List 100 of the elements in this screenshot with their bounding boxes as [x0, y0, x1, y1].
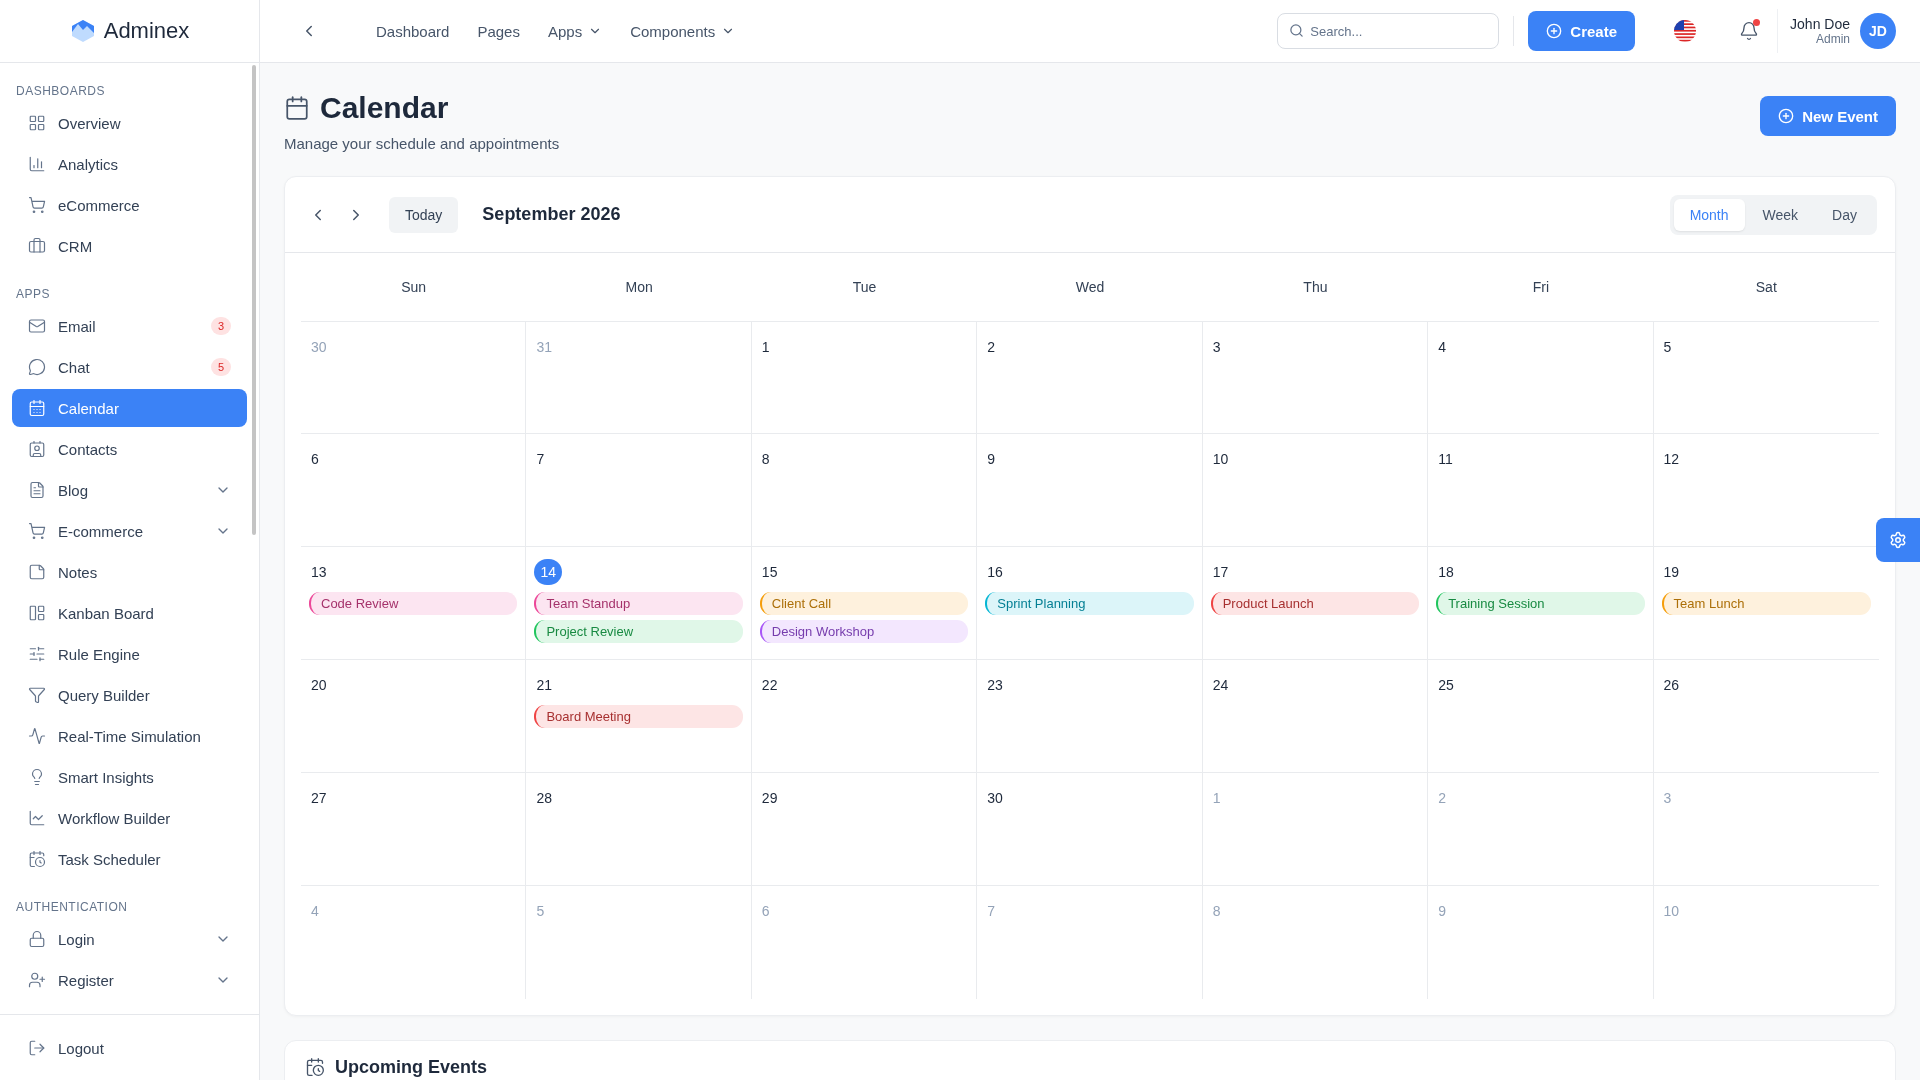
view-tab[interactable]: Month	[1673, 198, 1745, 231]
user-name: John Doe	[1790, 16, 1850, 32]
date-number: 14	[534, 559, 562, 585]
sidebar-item[interactable]: Analytics	[12, 145, 247, 183]
event-pill[interactable]: Team Standup	[534, 592, 743, 615]
plus-icon	[1778, 108, 1795, 124]
day-cell[interactable]: 6	[301, 434, 527, 547]
sidebar-item[interactable]: Calendar	[12, 389, 247, 427]
day-cell[interactable]: 21 Board Meeting	[526, 660, 752, 773]
event-pill[interactable]: Code Review	[309, 592, 518, 615]
day-cell[interactable]: 1	[751, 321, 978, 434]
scrollbar-thumb[interactable]	[252, 65, 256, 535]
date-number: 24	[1212, 676, 1230, 695]
sidebar-item[interactable]: Chat 5	[12, 348, 247, 386]
logout-icon	[28, 1039, 46, 1057]
day-cell[interactable]: 30	[977, 773, 1203, 886]
sidebar-item[interactable]: Email 3	[12, 307, 247, 345]
event-pill[interactable]: Product Launch	[1210, 592, 1420, 615]
day-cell[interactable]: 7	[526, 434, 752, 547]
sidebar-item[interactable]: Real-Time Simulation	[12, 717, 247, 755]
day-cell[interactable]: 27	[301, 773, 527, 886]
day-cell[interactable]: 13 Code Review	[301, 547, 527, 660]
event-pill[interactable]: Training Session	[1436, 592, 1645, 615]
day-cell[interactable]: 2	[977, 321, 1203, 434]
date-number: 19	[1663, 563, 1681, 582]
sidebar-item[interactable]: Register	[12, 961, 247, 999]
sidebar-item[interactable]: Login	[12, 920, 247, 958]
search-field[interactable]: Search...	[1277, 13, 1500, 49]
day-cell[interactable]: 11	[1428, 434, 1654, 547]
event-pill[interactable]: Project Review	[534, 620, 743, 643]
day-cell[interactable]: 8	[751, 434, 978, 547]
event-pill[interactable]: Team Lunch	[1661, 592, 1871, 615]
settings-button[interactable]	[1876, 518, 1920, 562]
day-cell[interactable]: 19 Team Lunch	[1653, 547, 1879, 660]
avatar[interactable]: JD	[1860, 13, 1896, 49]
day-cell[interactable]: 29	[751, 773, 978, 886]
day-cell[interactable]: 25	[1428, 660, 1654, 773]
weekday-label: Sun	[401, 279, 427, 295]
nav-link[interactable]: Apps	[547, 22, 603, 40]
event-pill[interactable]: Client Call	[759, 592, 969, 615]
sidebar-item[interactable]: Blog	[12, 471, 247, 509]
logout-link[interactable]: Logout	[12, 1029, 247, 1067]
page-subtitle: Manage your schedule and appointments	[284, 135, 560, 152]
nav-link[interactable]: Components	[630, 22, 736, 40]
sidebar-item[interactable]: E-commerce	[12, 512, 247, 550]
day-cell[interactable]: 4	[1428, 321, 1654, 434]
day-cell[interactable]: 20	[301, 660, 527, 773]
date-number: 15	[761, 563, 779, 582]
date-number: 6	[311, 450, 320, 469]
sidebar-item[interactable]: eCommerce	[12, 186, 247, 224]
date-number: 10	[1212, 450, 1230, 469]
day-cell[interactable]: 9	[977, 434, 1203, 547]
day-cell[interactable]: 17 Product Launch	[1202, 547, 1429, 660]
nav-link[interactable]: Pages	[477, 22, 520, 40]
brand-name: Adminex	[103, 18, 190, 44]
sidebar-item[interactable]: Workflow Builder	[12, 799, 247, 837]
sidebar-item[interactable]: Query Builder	[12, 676, 247, 714]
view-tab[interactable]: Day	[1816, 198, 1873, 231]
nav-link[interactable]: Dashboard	[376, 22, 450, 40]
menu-icon	[28, 358, 46, 376]
sidebar-item[interactable]: Task Scheduler	[12, 840, 247, 878]
day-cell[interactable]: 3	[1202, 321, 1429, 434]
day-cell[interactable]: 5	[1653, 321, 1879, 434]
event-pill[interactable]: Sprint Planning	[985, 592, 1194, 615]
view-tab[interactable]: Week	[1746, 198, 1815, 231]
day-cell[interactable]: 22	[751, 660, 978, 773]
day-cell[interactable]: 23	[977, 660, 1203, 773]
day-cell[interactable]: 16 Sprint Planning	[977, 547, 1203, 660]
date-number: 20	[311, 676, 328, 695]
menu-icon	[28, 686, 46, 704]
day-cell[interactable]: 26	[1653, 660, 1879, 773]
sidebar-item[interactable]: Contacts	[12, 430, 247, 468]
sidebar-item[interactable]: Rule Engine	[12, 635, 247, 673]
count-badge: 5	[210, 358, 231, 376]
day-cell[interactable]: 24	[1202, 660, 1429, 773]
today-button[interactable]: Today	[389, 196, 459, 233]
flag-icon[interactable]	[1673, 19, 1698, 43]
day-cell[interactable]: 14 Team Standup Project Review	[526, 547, 752, 660]
event-pill[interactable]: Design Workshop	[759, 620, 969, 643]
day-cell[interactable]: 28	[526, 773, 752, 886]
sidebar-item[interactable]: Notes	[12, 553, 247, 591]
day-cell[interactable]: 18 Training Session	[1428, 547, 1654, 660]
date-number: 21	[536, 676, 553, 695]
event-pill[interactable]: Board Meeting	[534, 705, 743, 728]
date-number: 6	[761, 902, 771, 921]
sidebar-item[interactable]: Kanban Board	[12, 594, 247, 632]
new-event-button[interactable]: New Event	[1760, 96, 1896, 136]
day-cell[interactable]: 10	[1202, 434, 1429, 547]
date-number: 3	[1212, 338, 1222, 357]
weekday-label: Fri	[1532, 279, 1549, 295]
sidebar-item[interactable]: Overview	[12, 104, 247, 142]
menu-icon	[28, 196, 46, 214]
logo-icon	[69, 19, 96, 43]
date-number: 4	[1438, 338, 1447, 357]
create-button[interactable]: Create	[1528, 11, 1636, 51]
sidebar-item[interactable]: CRM	[12, 227, 247, 265]
sidebar-item[interactable]: Smart Insights	[12, 758, 247, 796]
day-cell[interactable]: 15 Client Call Design Workshop	[751, 547, 978, 660]
menu-icon	[28, 114, 46, 132]
menu-icon	[28, 399, 46, 417]
